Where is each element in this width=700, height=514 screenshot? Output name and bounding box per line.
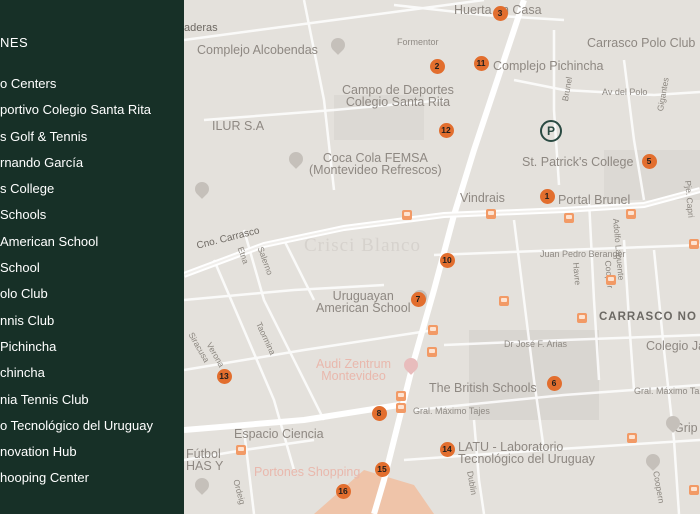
place-item-8[interactable]: School bbox=[0, 258, 153, 284]
map-label: Audi Zentrum Montevideo bbox=[316, 357, 392, 383]
bus-stop-icon[interactable] bbox=[689, 239, 699, 249]
places-sidebar: NES o Centers portivo Colegio Santa Rita… bbox=[0, 0, 184, 514]
map-label: Colegio Ja bbox=[646, 339, 700, 353]
bus-stop-icon[interactable] bbox=[606, 275, 616, 285]
map-marker-13[interactable]: 13 bbox=[216, 368, 232, 384]
street-label: Havre bbox=[571, 262, 583, 286]
map-marker-14[interactable]: 14 bbox=[439, 441, 455, 457]
street-label: Gral. Máximo Tajes bbox=[413, 406, 490, 416]
place-item-2[interactable]: portivo Colegio Santa Rita bbox=[0, 100, 153, 126]
map-marker-5[interactable]: 5 bbox=[641, 153, 657, 169]
map-label: Espacio Ciencia bbox=[234, 427, 324, 441]
map-marker-15[interactable]: 15 bbox=[374, 461, 390, 477]
map-label: ILUR S.A bbox=[212, 119, 265, 133]
map-marker-8[interactable]: 8 bbox=[371, 405, 387, 421]
places-list: o Centers portivo Colegio Santa Rita s G… bbox=[0, 74, 153, 495]
map-label: St. Patrick's College bbox=[522, 155, 634, 169]
watermark: Crisci Blanco bbox=[304, 235, 421, 256]
map-label: aderas bbox=[184, 22, 218, 34]
place-item-11[interactable]: Pichincha bbox=[0, 337, 153, 363]
map-marker-2[interactable]: 2 bbox=[429, 58, 445, 74]
place-item-7[interactable]: American School bbox=[0, 232, 153, 258]
bus-stop-icon[interactable] bbox=[427, 347, 437, 357]
map-marker-11[interactable]: 11 bbox=[473, 55, 489, 71]
bus-stop-icon[interactable] bbox=[564, 213, 574, 223]
bus-stop-icon[interactable] bbox=[396, 403, 406, 413]
bus-stop-icon[interactable] bbox=[626, 209, 636, 219]
map-label: Vindrais bbox=[460, 191, 505, 205]
street-label: Av del Polo bbox=[602, 87, 648, 97]
place-item-12[interactable]: chincha bbox=[0, 363, 153, 389]
map-label: Carrasco Polo Club bbox=[587, 36, 696, 50]
map-label: Complejo Pichincha bbox=[493, 59, 604, 73]
place-item-9[interactable]: olo Club bbox=[0, 284, 153, 310]
place-item-6[interactable]: Schools bbox=[0, 205, 153, 231]
map-label: Campo de Deportes Colegio Santa Rita bbox=[342, 83, 454, 109]
bus-stop-icon[interactable] bbox=[428, 325, 438, 335]
map-marker-6[interactable]: 6 bbox=[546, 375, 562, 391]
map-label: The British Schools bbox=[429, 381, 537, 395]
place-item-10[interactable]: nnis Club bbox=[0, 311, 153, 337]
street-label: Dr José F. Arias bbox=[504, 339, 568, 349]
map-label: Uruguayan American School bbox=[316, 289, 411, 315]
place-item-1[interactable]: o Centers bbox=[0, 74, 153, 100]
area-label: CARRASCO NO bbox=[599, 311, 697, 323]
bus-stop-icon[interactable] bbox=[577, 313, 587, 323]
map-label: Fútbol HAS Y bbox=[186, 447, 224, 473]
place-item-3[interactable]: s Golf & Tennis bbox=[0, 127, 153, 153]
bus-stop-icon[interactable] bbox=[627, 433, 637, 443]
map-label: Coca Cola FEMSA (Montevideo Refrescos) bbox=[309, 151, 442, 177]
bus-stop-icon[interactable] bbox=[499, 296, 509, 306]
map-marker-12[interactable]: 12 bbox=[438, 122, 454, 138]
bus-stop-icon[interactable] bbox=[402, 210, 412, 220]
map-marker-7[interactable]: 7 bbox=[410, 291, 426, 307]
bus-stop-icon[interactable] bbox=[236, 445, 246, 455]
map-marker-10[interactable]: 10 bbox=[439, 252, 455, 268]
map-label: LATU - Laboratorio Tecnológico del Urugu… bbox=[458, 440, 595, 466]
place-item-5[interactable]: s College bbox=[0, 179, 153, 205]
place-item-14[interactable]: o Tecnológico del Uruguay bbox=[0, 416, 153, 442]
place-item-15[interactable]: novation Hub bbox=[0, 442, 153, 468]
map-marker-16[interactable]: 16 bbox=[335, 483, 351, 499]
bus-stop-icon[interactable] bbox=[486, 209, 496, 219]
place-item-16[interactable]: hooping Center bbox=[0, 468, 153, 494]
parking-icon[interactable]: P bbox=[540, 120, 562, 142]
bus-stop-icon[interactable] bbox=[396, 391, 406, 401]
street-label: Formentor bbox=[397, 37, 439, 47]
street-label: Gral. Máximo Ta bbox=[634, 386, 700, 396]
map-canvas[interactable]: aderas Complejo Alcobendas Formentor Hue… bbox=[184, 0, 700, 514]
map-label: Portones Shopping bbox=[254, 465, 361, 479]
map-label: Complejo Alcobendas bbox=[197, 43, 318, 57]
place-item-13[interactable]: nia Tennis Club bbox=[0, 390, 153, 416]
map-label: Portal Brunel bbox=[558, 193, 631, 207]
sidebar-title: NES bbox=[0, 35, 29, 50]
map-marker-3[interactable]: 3 bbox=[492, 5, 508, 21]
place-item-4[interactable]: rnando García bbox=[0, 153, 153, 179]
bus-stop-icon[interactable] bbox=[689, 485, 699, 495]
map-marker-1[interactable]: 1 bbox=[539, 188, 555, 204]
